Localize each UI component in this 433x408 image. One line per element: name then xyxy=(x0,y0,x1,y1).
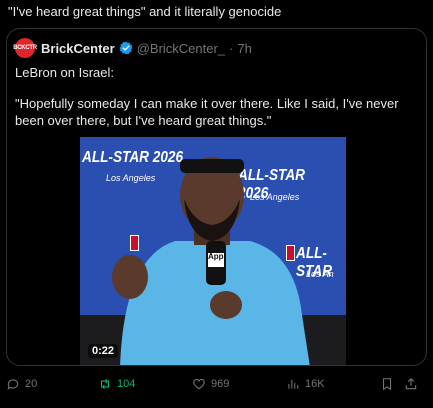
analytics-icon xyxy=(288,379,299,389)
like-count: 969 xyxy=(211,378,230,390)
quoted-post[interactable]: BCKCTR BrickCenter @BrickCenter_ · 7h Le… xyxy=(6,28,427,366)
separator-dot: · xyxy=(229,40,234,56)
quote-header: BCKCTR BrickCenter @BrickCenter_ · 7h xyxy=(13,38,252,58)
verified-badge-icon xyxy=(119,41,133,55)
repost-button[interactable]: 104 xyxy=(98,377,135,391)
heart-icon xyxy=(193,379,205,390)
reply-icon xyxy=(7,379,19,390)
quote-body: "Hopefully someday I can make it over th… xyxy=(15,96,399,128)
quote-intro: LeBron on Israel: xyxy=(15,65,115,80)
author-name[interactable]: BrickCenter xyxy=(41,41,115,56)
views-button[interactable]: 16K xyxy=(286,377,325,391)
video-timestamp: 0:22 xyxy=(88,344,119,358)
repost-count: 104 xyxy=(117,378,136,390)
post-time[interactable]: 7h xyxy=(237,41,251,56)
bookmark-button[interactable] xyxy=(380,377,394,391)
bookmark-icon xyxy=(382,378,392,391)
mic-flag-label: App xyxy=(208,252,224,261)
avatar[interactable]: BCKCTR xyxy=(13,38,37,58)
like-button[interactable]: 969 xyxy=(192,377,229,391)
share-icon xyxy=(405,378,417,390)
action-bar: 20 104 969 16K xyxy=(0,377,433,397)
share-button[interactable] xyxy=(404,377,418,391)
post-text: "I've heard great things" and it literal… xyxy=(8,4,282,19)
views-count: 16K xyxy=(305,378,325,390)
reply-button[interactable]: 20 xyxy=(6,377,37,391)
video-player[interactable]: ALL-STAR 2026 Los Angeles ALL-STAR 2026 … xyxy=(80,137,346,365)
repost-icon xyxy=(100,378,110,390)
reply-count: 20 xyxy=(25,378,38,390)
author-handle[interactable]: @BrickCenter_ xyxy=(137,41,225,56)
